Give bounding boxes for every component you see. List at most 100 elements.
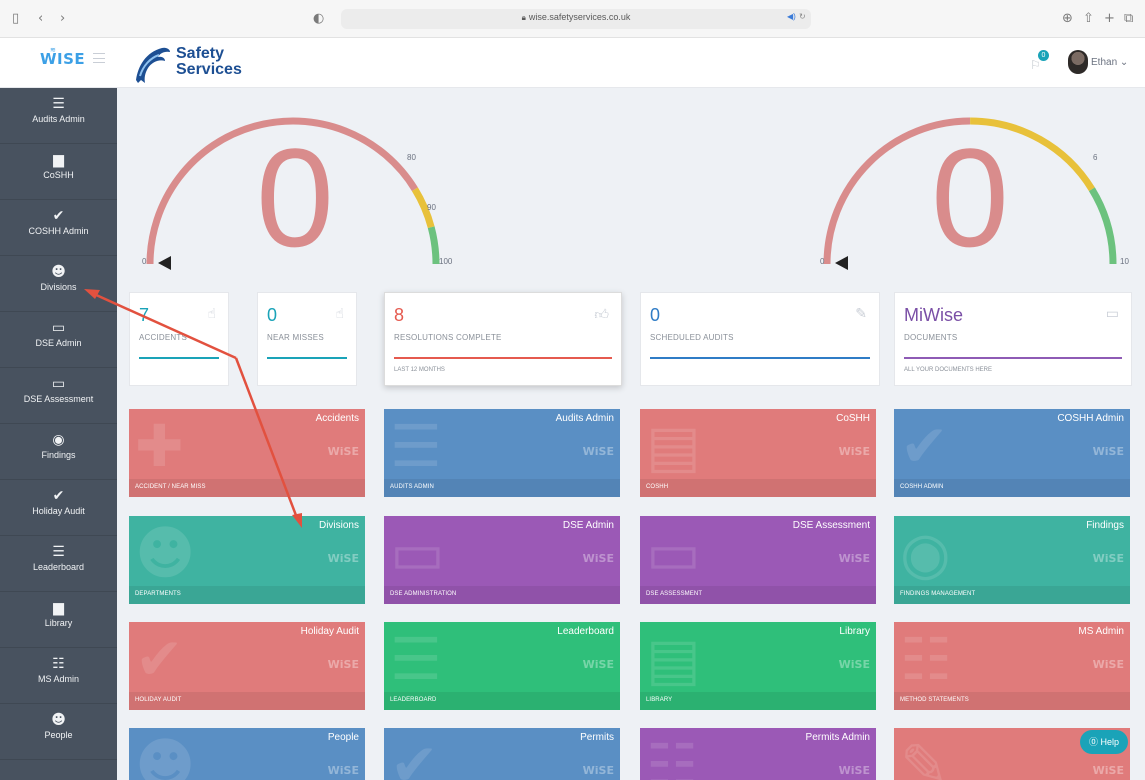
dashboard-tile[interactable]: ▤ CoSHH WiSE COSHH — [640, 409, 876, 497]
dashboard-tile[interactable]: ☰ Audits Admin WiSE AUDITS ADMIN — [384, 409, 620, 497]
dashboard-tile[interactable]: ☻ People WiSE — [129, 728, 365, 780]
dashboard-tile[interactable]: ▭ DSE Assessment WiSE DSE ASSESSMENT — [640, 516, 876, 604]
check-icon: ✔ — [52, 208, 65, 224]
sidebar-toggle-icon[interactable]: ▯ — [12, 10, 19, 28]
notification-bell-icon[interactable]: ⚐ — [1030, 58, 1041, 72]
tile-title: DSE Admin — [562, 520, 614, 531]
pencil-icon: ✎ — [900, 731, 949, 780]
browser-toolbar: ▯ ‹ › ◐ 🔒︎ wise.safetyservices.co.uk ◀) ↻… — [0, 0, 1145, 38]
notification-badge[interactable]: 0 — [1038, 50, 1049, 61]
stat-card[interactable]: 0 SCHEDULED AUDITS ✎ — [640, 292, 880, 386]
dashboard-tile[interactable]: ✔ Holiday Audit WiSE HOLIDAY AUDIT — [129, 622, 365, 710]
tile-title: Library — [839, 626, 870, 637]
tile-subtitle: COSHH ADMIN — [900, 484, 944, 490]
tile-title: Permits Admin — [805, 732, 870, 743]
dashboard-tile[interactable]: ☷ Permits Admin WiSE — [640, 728, 876, 780]
dashboard-tile[interactable]: ✔ Permits WiSE — [384, 728, 620, 780]
dashboard-tile[interactable]: ☰ Leaderboard WiSE LEADERBOARD — [384, 622, 620, 710]
gauge-pointer — [158, 256, 171, 270]
sidebar-item[interactable]: ☻ People — [0, 704, 117, 760]
tabs-icon[interactable]: ⧉ — [1124, 10, 1133, 28]
sidebar-item[interactable]: ☰ Leaderboard — [0, 536, 117, 592]
tile-footer — [640, 692, 876, 710]
user-menu[interactable]: Ethan ⌄ — [1091, 57, 1128, 68]
stat-value: 8 — [394, 305, 405, 325]
tile-watermark: WiSE — [327, 658, 359, 671]
dashboard-tile[interactable]: ▭ DSE Admin WiSE DSE ADMINISTRATION — [384, 516, 620, 604]
sidebar-item[interactable]: ▆ Library — [0, 592, 117, 648]
help-button[interactable]: ⓪ Help — [1080, 730, 1128, 754]
gauge-tick-label: 80 — [407, 153, 416, 162]
tile-title: Divisions — [318, 520, 359, 531]
edit-icon: ✎ — [855, 306, 867, 322]
sidebar-item-label: Audits Admin — [32, 114, 85, 124]
tile-watermark: WiSE — [1092, 552, 1124, 565]
sidebar-item[interactable]: ☷ MS Admin — [0, 648, 117, 704]
folder-icon: ▭ — [1105, 306, 1119, 322]
stat-card[interactable]: 7 ACCIDENTS ☝ — [129, 292, 229, 386]
stat-bar — [904, 357, 1122, 359]
gauge-value: 0 — [256, 119, 334, 276]
stat-label: SCHEDULED AUDITS — [650, 333, 734, 342]
dashboard-tile[interactable]: ◉ Findings WiSE FINDINGS MANAGEMENT — [894, 516, 1130, 604]
sidebar-item[interactable]: ☻ Divisions — [0, 256, 117, 312]
sidebar-item[interactable]: ☰ Audits Admin — [0, 88, 117, 144]
stat-card[interactable]: 0 NEAR MISSES ☝ — [257, 292, 357, 386]
share-icon[interactable]: ⇧ — [1083, 10, 1094, 28]
document-icon: ☷ — [900, 625, 952, 693]
dashboard-tile[interactable]: ✔ COSHH Admin WiSE COSHH ADMIN — [894, 409, 1130, 497]
sidebar-item[interactable]: ✔ COSHH Admin — [0, 200, 117, 256]
monitor-icon: ▭ — [390, 519, 445, 587]
reload-icon[interactable]: ↻ — [799, 12, 806, 21]
tile-watermark: WiSE — [838, 445, 870, 458]
stat-bar — [267, 357, 347, 359]
wise-logo[interactable]: WISE — [40, 50, 85, 68]
list-icon: ☰ — [52, 544, 65, 560]
tile-subtitle: FINDINGS MANAGEMENT — [900, 591, 976, 597]
sidebar-item[interactable]: ◉ Findings — [0, 424, 117, 480]
sidebar-item-label: Library — [44, 618, 73, 628]
new-tab-icon[interactable]: + — [1104, 10, 1115, 28]
dashboard-tile[interactable]: ☷ MS Admin WiSE METHOD STATEMENTS — [894, 622, 1130, 710]
avatar[interactable] — [1068, 50, 1088, 74]
document-icon: ☷ — [646, 731, 698, 780]
book-icon: ▤ — [646, 412, 701, 480]
brand-name[interactable]: Safety Services — [176, 46, 242, 78]
gauge-segment — [427, 226, 440, 265]
stat-card[interactable]: MiWise DOCUMENTS ▭ ALL YOUR DOCUMENTS HERE — [894, 292, 1132, 386]
address-bar[interactable]: 🔒︎ wise.safetyservices.co.uk ◀) ↻ — [341, 9, 811, 29]
tile-watermark: WiSE — [582, 445, 614, 458]
sidebar-item[interactable]: ▆ CoSHH — [0, 144, 117, 200]
tile-subtitle: HOLIDAY AUDIT — [135, 697, 182, 703]
back-icon[interactable]: ‹ — [38, 10, 43, 28]
tile-subtitle: METHOD STATEMENTS — [900, 697, 969, 703]
sidebar-item[interactable]: ▭ DSE Admin — [0, 312, 117, 368]
tile-subtitle: LEADERBOARD — [390, 697, 437, 703]
tile-watermark: WiSE — [582, 552, 614, 565]
tile-watermark: WiSE — [327, 764, 359, 777]
list-icon: ☰ — [390, 412, 442, 480]
shield-icon[interactable]: ◐ — [313, 10, 324, 28]
tile-watermark: WiSE — [838, 552, 870, 565]
stat-value: 0 — [650, 305, 661, 325]
dashboard-tile[interactable]: ☻ Divisions WiSE DEPARTMENTS — [129, 516, 365, 604]
stat-card[interactable]: 8 RESOLUTIONS COMPLETE 👍︎ LAST 12 MONTHS — [384, 292, 622, 386]
tile-title: Audits Admin — [555, 413, 614, 424]
document-icon: ☷ — [52, 656, 65, 672]
stat-value: MiWise — [904, 305, 963, 325]
sidebar-item-label: Findings — [41, 450, 76, 460]
sidebar-item[interactable]: ✔ Holiday Audit — [0, 480, 117, 536]
sidebar-item-label: Leaderboard — [32, 562, 85, 572]
forward-icon[interactable]: › — [60, 10, 65, 28]
sidebar: ☰ Audits Admin ▆ CoSHH ✔ COSHH Admin ☻ Division… — [0, 88, 117, 780]
dashboard-tile[interactable]: ▤ Library WiSE LIBRARY — [640, 622, 876, 710]
tile-subtitle: ACCIDENT / NEAR MISS — [135, 484, 206, 490]
download-icon[interactable]: ⊕ — [1062, 10, 1073, 28]
sidebar-item[interactable]: ▭ DSE Assessment — [0, 368, 117, 424]
gauge-pointer — [835, 256, 848, 270]
hamburger-menu-icon[interactable] — [93, 53, 105, 63]
dashboard-tile[interactable]: ✚ Accidents WiSE ACCIDENT / NEAR MISS — [129, 409, 365, 497]
check-icon: ✔ — [52, 488, 65, 504]
speaker-icon[interactable]: ◀) — [787, 12, 796, 21]
url-text: wise.safetyservices.co.uk — [528, 12, 631, 22]
